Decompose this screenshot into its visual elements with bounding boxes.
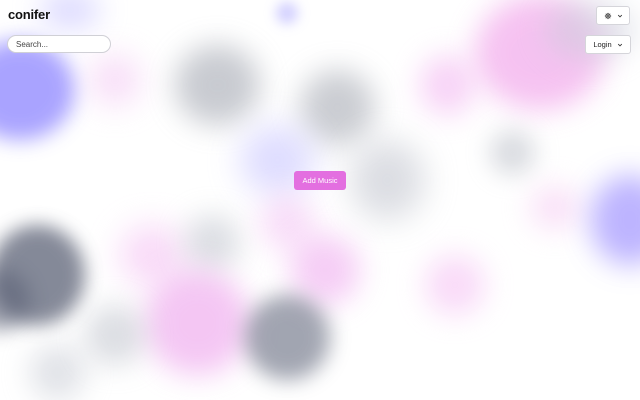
settings-button[interactable] [596,6,630,25]
blob [490,130,535,175]
chevron-down-icon [617,42,623,48]
login-button[interactable]: Login [585,35,631,54]
background-blobs [0,0,640,400]
blob [90,55,140,105]
blob [530,185,580,230]
blob [85,305,145,365]
search-input[interactable] [7,35,111,53]
blob [30,345,85,400]
chevron-down-icon [617,13,623,19]
blob [185,215,240,270]
blob [245,295,330,380]
blob [175,45,260,125]
login-label: Login [593,40,612,49]
blob [300,70,375,145]
blob [590,175,640,265]
blob [276,2,298,24]
gear-icon [604,12,612,20]
blob [425,255,485,315]
blob [0,40,75,140]
blob [145,270,250,375]
blob [290,235,360,305]
add-music-button[interactable]: Add Music [294,171,346,190]
app-title: conifer [8,7,50,22]
blob [350,140,425,220]
blob [420,55,475,115]
